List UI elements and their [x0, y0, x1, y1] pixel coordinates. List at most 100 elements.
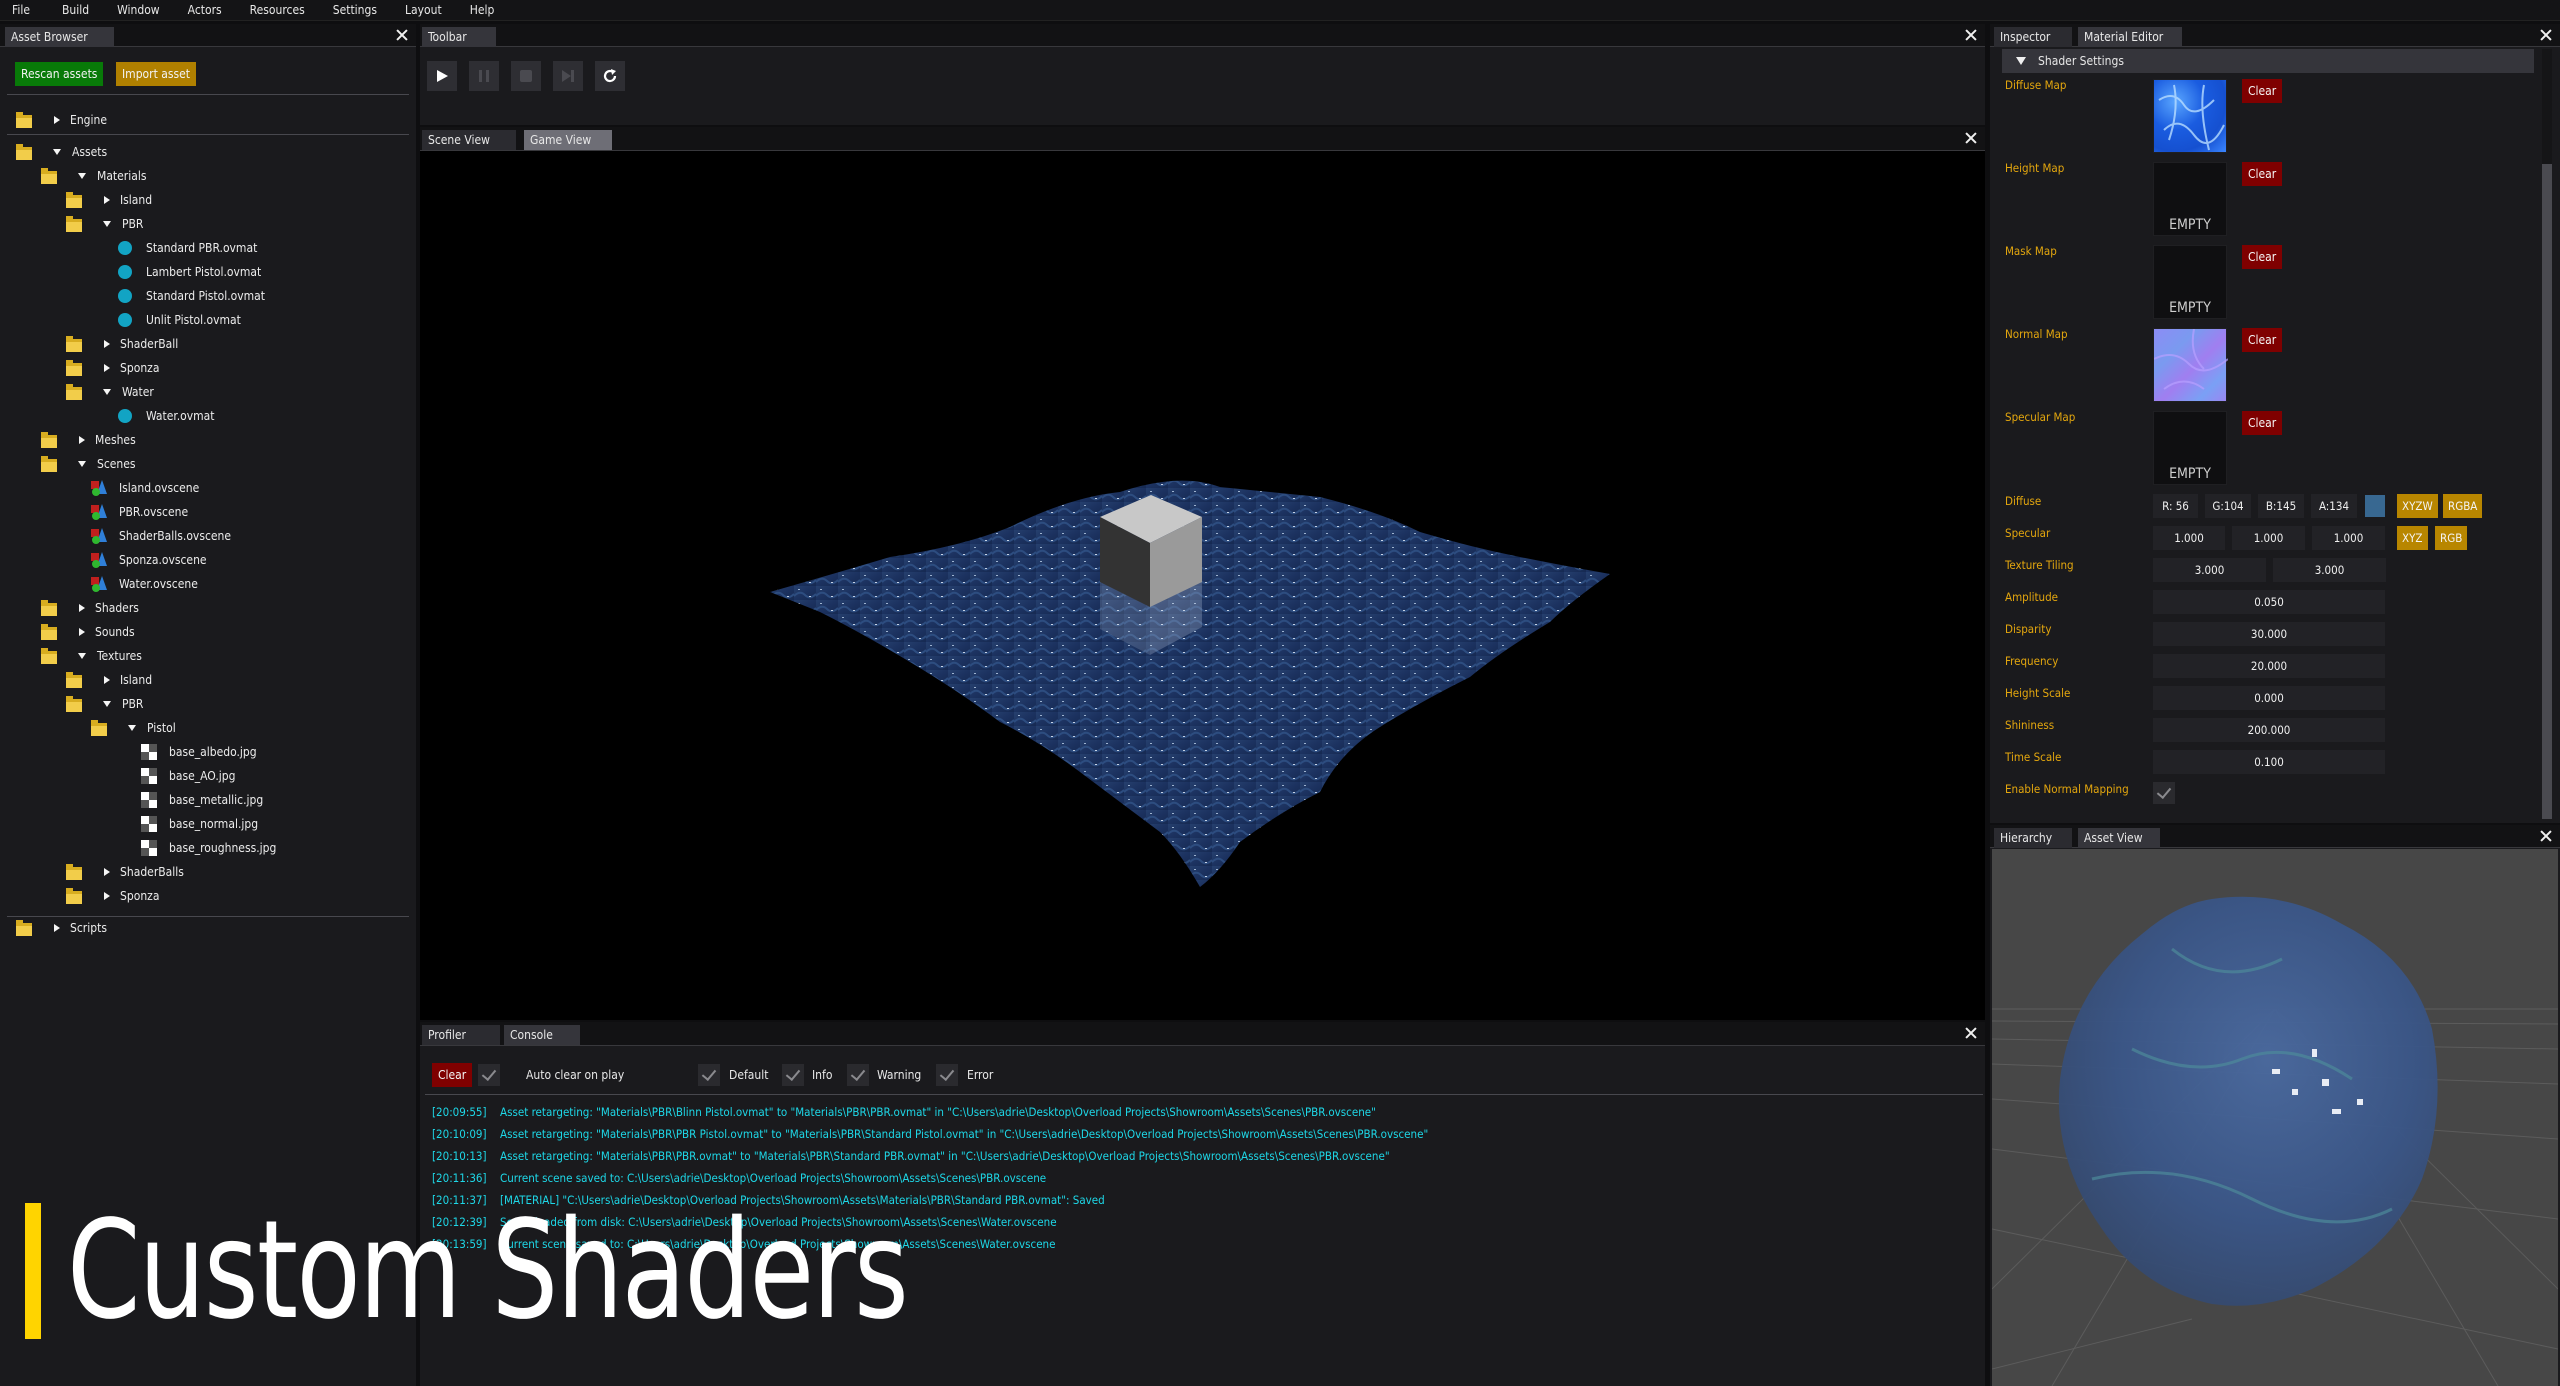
close-icon[interactable] [2538, 828, 2554, 844]
tree-item[interactable]: ShaderBalls.ovscene [91, 524, 231, 548]
caret-right-icon[interactable] [79, 604, 85, 612]
menu-file[interactable]: File [12, 3, 30, 17]
tree-item[interactable]: Sponza [66, 884, 159, 908]
caret-down-icon[interactable] [128, 725, 136, 731]
frequency-field[interactable]: 20.000 [2153, 654, 2385, 678]
tree-item[interactable]: Meshes [41, 428, 136, 452]
menu-settings[interactable]: Settings [333, 3, 377, 17]
caret-right-icon[interactable] [104, 676, 110, 684]
tree-item[interactable]: Scripts [16, 916, 107, 940]
diffuse-r-field[interactable]: R: 56 [2153, 494, 2198, 518]
tree-item[interactable]: Lambert Pistol.ovmat [118, 260, 261, 284]
tree-item[interactable]: base_albedo.jpg [141, 740, 257, 764]
asset-view-canvas[interactable] [1992, 849, 2558, 1386]
menu-actors[interactable]: Actors [188, 3, 222, 17]
tree-item[interactable]: Island.ovscene [91, 476, 199, 500]
diffuse-a-field[interactable]: A:134 [2311, 494, 2357, 518]
texture-tiling-y-field[interactable]: 3.000 [2273, 558, 2386, 582]
clear-height-map-button[interactable]: Clear [2242, 162, 2283, 186]
tree-item[interactable]: Pistol [91, 716, 176, 740]
material-scrollbar-thumb[interactable] [2542, 164, 2552, 819]
tree-item[interactable]: Unlit Pistol.ovmat [118, 308, 241, 332]
menu-layout[interactable]: Layout [405, 3, 442, 17]
tree-item[interactable]: base_AO.jpg [141, 764, 235, 788]
close-icon[interactable] [1963, 27, 1979, 43]
clear-normal-map-button[interactable]: Clear [2242, 328, 2283, 352]
tab-scene-view[interactable]: Scene View [422, 130, 516, 150]
caret-right-icon[interactable] [79, 436, 85, 444]
mask-map-thumbnail[interactable]: EMPTY [2153, 245, 2227, 319]
tree-item[interactable]: base_normal.jpg [141, 812, 258, 836]
clear-diffuse-map-button[interactable]: Clear [2242, 79, 2283, 103]
tab-material-editor[interactable]: Material Editor [2078, 27, 2182, 47]
diffuse-map-thumbnail[interactable] [2153, 79, 2227, 153]
tab-asset-browser[interactable]: Asset Browser [5, 27, 114, 47]
caret-right-icon[interactable] [104, 892, 110, 900]
tree-item[interactable]: Water.ovscene [91, 572, 198, 596]
menu-help[interactable]: Help [470, 3, 495, 17]
tree-item[interactable]: Standard PBR.ovmat [118, 236, 257, 260]
tree-item[interactable]: Water [66, 380, 154, 404]
game-view-canvas[interactable] [420, 152, 1985, 1020]
tree-item[interactable]: Sounds [41, 620, 135, 644]
amplitude-field[interactable]: 0.050 [2153, 590, 2385, 614]
tab-game-view[interactable]: Game View [524, 130, 612, 150]
diffuse-b-field[interactable]: B:145 [2258, 494, 2304, 518]
caret-right-icon[interactable] [79, 628, 85, 636]
next-frame-button[interactable] [553, 61, 583, 91]
tree-item[interactable]: Sponza [66, 356, 159, 380]
specular-map-thumbnail[interactable]: EMPTY [2153, 411, 2227, 485]
tab-profiler[interactable]: Profiler [422, 1025, 500, 1045]
rescan-assets-button[interactable]: Rescan assets [15, 62, 104, 86]
clear-mask-map-button[interactable]: Clear [2242, 245, 2283, 269]
auto-clear-checkbox[interactable] [478, 1064, 500, 1086]
caret-right-icon[interactable] [104, 364, 110, 372]
import-asset-button[interactable]: Import asset [116, 62, 196, 86]
normal-map-thumbnail[interactable] [2153, 328, 2229, 402]
diffuse-g-field[interactable]: G:104 [2205, 494, 2251, 518]
tree-item[interactable]: Materials [41, 164, 146, 188]
menu-window[interactable]: Window [117, 3, 160, 17]
rgb-button[interactable]: RGB [2435, 526, 2468, 550]
caret-down-icon[interactable] [103, 701, 111, 707]
xyz-button[interactable]: XYZ [2397, 526, 2428, 550]
tree-item[interactable]: base_roughness.jpg [141, 836, 276, 860]
tree-item[interactable]: PBR.ovscene [91, 500, 188, 524]
shader-settings-header[interactable]: Shader Settings [2002, 49, 2534, 73]
tree-item[interactable]: ShaderBall [66, 332, 178, 356]
close-icon[interactable] [1963, 1025, 1979, 1041]
refresh-button[interactable] [595, 61, 625, 91]
console-clear-button[interactable]: Clear [432, 1063, 473, 1087]
menu-build[interactable]: Build [62, 3, 89, 17]
caret-down-icon[interactable] [103, 389, 111, 395]
filter-info-checkbox[interactable] [782, 1064, 804, 1086]
shininess-field[interactable]: 200.000 [2153, 718, 2385, 742]
caret-right-icon[interactable] [104, 196, 110, 204]
tree-item[interactable]: ShaderBalls [66, 860, 184, 884]
diffuse-color-swatch[interactable] [2365, 495, 2385, 517]
caret-down-icon[interactable] [53, 149, 61, 155]
xyzw-button[interactable]: XYZW [2397, 494, 2438, 518]
tree-item[interactable]: Island [66, 668, 152, 692]
tree-item[interactable]: Island [66, 188, 152, 212]
play-button[interactable] [427, 61, 457, 91]
tree-item[interactable]: Shaders [41, 596, 139, 620]
tree-item[interactable]: Engine [16, 108, 107, 132]
tree-item[interactable]: Textures [41, 644, 142, 668]
close-icon[interactable] [394, 27, 410, 43]
tree-item[interactable]: base_metallic.jpg [141, 788, 263, 812]
tab-asset-view[interactable]: Asset View [2078, 828, 2160, 848]
clear-specular-map-button[interactable]: Clear [2242, 411, 2283, 435]
tab-hierarchy[interactable]: Hierarchy [1994, 828, 2072, 848]
tree-item[interactable]: PBR [66, 692, 143, 716]
caret-right-icon[interactable] [104, 340, 110, 348]
close-icon[interactable] [2538, 27, 2554, 43]
pause-button[interactable] [469, 61, 499, 91]
tree-item[interactable]: Standard Pistol.ovmat [118, 284, 265, 308]
menu-resources[interactable]: Resources [250, 3, 305, 17]
tree-item[interactable]: Assets [16, 140, 107, 164]
filter-default-checkbox[interactable] [698, 1064, 720, 1086]
specular-y-field[interactable]: 1.000 [2232, 526, 2305, 550]
enable-normal-mapping-checkbox[interactable] [2153, 782, 2175, 804]
height-scale-field[interactable]: 0.000 [2153, 686, 2385, 710]
